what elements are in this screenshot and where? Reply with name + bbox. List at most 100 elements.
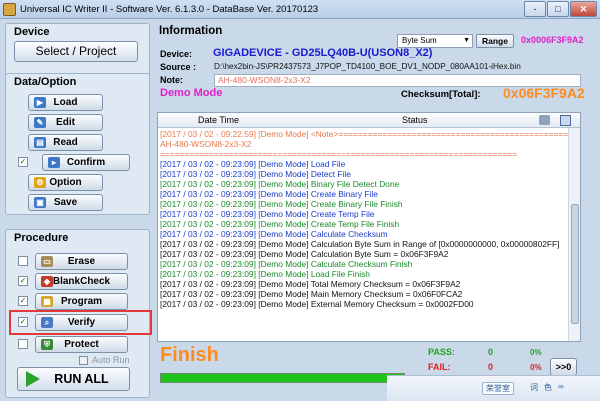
confirm-checkbox[interactable]: ✓ [18, 157, 28, 167]
confirm-label: Confirm [66, 157, 106, 168]
fail-percent: 0% [530, 363, 542, 372]
data-option-group-title: Data/Option [14, 76, 77, 88]
log-row: [2017 / 03 / 02 - 09:23:09] [Demo Mode] … [160, 159, 346, 169]
log-row: [2017 / 03 / 02 - 09:23:09] [Demo Mode] … [160, 249, 449, 259]
program-checkbox[interactable]: ✓ [18, 296, 28, 306]
log-scrollbar[interactable] [568, 128, 580, 341]
select-project-button[interactable]: Select / Project [14, 41, 138, 62]
erase-label: Erase [67, 256, 96, 267]
fail-label: FAIL: [428, 362, 451, 372]
run-all-icon [26, 371, 40, 387]
demo-mode-label: Demo Mode [160, 87, 223, 99]
close-button[interactable]: ✕ [570, 1, 597, 17]
log-row: [2017 / 03 / 02 - 09:23:09] [Demo Mode] … [160, 279, 461, 289]
taskbar-item-1[interactable]: 词 [530, 382, 538, 393]
verify-checkbox[interactable]: ✓ [18, 317, 28, 327]
save-button[interactable]: ▣ Save [28, 194, 103, 211]
run-all-button[interactable]: RUN ALL [17, 367, 130, 391]
option-button[interactable]: ⚙ Option [28, 174, 103, 191]
protect-checkbox[interactable] [18, 339, 28, 349]
protect-button[interactable]: ⛨ Protect [35, 336, 128, 353]
fail-count: 0 [488, 362, 494, 372]
blankcheck-checkbox[interactable]: ✓ [18, 276, 28, 286]
device-label: Device: [160, 49, 193, 59]
save-icon: ▣ [34, 197, 46, 208]
read-icon: ▤ [34, 137, 46, 148]
log-panel: Date Time Status [2017 / 03 / 02 - 09:22… [157, 112, 581, 342]
log-row: [2017 / 03 / 02 - 09:23:09] [Demo Mode] … [160, 189, 378, 199]
source-label: Source : [160, 62, 197, 72]
log-row: AH-480-WSON8-2x3-X2 [160, 139, 252, 149]
log-row: [2017 / 03 / 02 - 09:23:09] [Demo Mode] … [160, 259, 413, 269]
window-title: Universal IC Writer II - Software Ver. 6… [20, 4, 319, 15]
procedure-group: Procedure ▭ Erase ✓ ◆ BlankCheck ✓ ▦ Pro… [5, 229, 152, 398]
minimize-button[interactable]: - [524, 1, 546, 17]
log-row: [2017 / 03 / 02 - 09:23:09] [Demo Mode] … [160, 209, 375, 219]
device-value: GIGADEVICE - GD25LQ40B-U(USON8_X2) [213, 47, 433, 59]
blankcheck-label: BlankCheck [52, 276, 111, 287]
data-option-group: Data/Option ▶ Load ✎ Edit ▤ Read ✓ ▸ Con… [5, 73, 150, 215]
shield-icon: ⛨ [41, 339, 53, 350]
protect-label: Protect [64, 339, 99, 350]
pass-percent: 0% [530, 348, 542, 357]
erase-button[interactable]: ▭ Erase [35, 253, 128, 270]
edit-label: Edit [56, 117, 75, 128]
log-row: [2017 / 03 / 02 - 09:23:09] [Demo Mode] … [160, 299, 474, 309]
load-icon: ▶ [34, 97, 46, 108]
col-datetime-header[interactable]: Date Time [198, 115, 239, 125]
log-scroll-thumb[interactable] [571, 204, 579, 324]
option-icon: ⚙ [34, 177, 46, 188]
save-log-icon[interactable] [560, 115, 571, 126]
load-label: Load [53, 97, 78, 108]
erase-checkbox[interactable] [18, 256, 28, 266]
eraser-icon: ▭ [41, 256, 53, 267]
verify-label: Verify [67, 317, 96, 328]
procedure-group-title: Procedure [14, 232, 69, 244]
confirm-icon: ▸ [48, 157, 60, 168]
checksum-total-label: Checksum[Total]: [401, 89, 481, 100]
log-row: [2017 / 03 / 02 - 09:23:09] [Demo Mode] … [160, 219, 400, 229]
finish-status: Finish [160, 344, 219, 366]
run-all-label: RUN ALL [54, 372, 109, 386]
magnifier-icon: ⌕ [41, 317, 53, 328]
information-title: Information [159, 25, 223, 37]
log-row: ========================================… [160, 149, 518, 159]
log-row: [2017 / 03 / 02 - 09:23:09] [Demo Mode] … [160, 239, 560, 249]
checksum-small-value: 0x0006F3F9A2 [521, 35, 584, 45]
note-label: Note: [160, 75, 183, 85]
next-button[interactable]: >>0 [550, 358, 577, 376]
left-panel: Device Select / Project Data/Option ▶ Lo… [5, 20, 152, 398]
device-group-title: Device [14, 26, 50, 38]
program-button[interactable]: ▦ Program [35, 293, 128, 310]
taskbar-item-3[interactable]: ∞ [558, 382, 564, 391]
select-project-label: Select / Project [35, 44, 117, 58]
edit-icon: ✎ [34, 117, 46, 128]
program-label: Program [60, 296, 103, 307]
maximize-button[interactable]: □ [547, 1, 569, 17]
blankcheck-button[interactable]: ◆ BlankCheck [35, 273, 128, 290]
confirm-button[interactable]: ▸ Confirm [42, 154, 130, 171]
checksum-total-value: 0x06F3F9A2 [503, 85, 585, 101]
log-row: [2017 / 03 / 02 - 09:23:09] [Demo Mode] … [160, 169, 351, 179]
taskbar-label[interactable]: 荣誉室 [482, 382, 514, 395]
program-chip-icon: ▦ [41, 296, 53, 307]
load-button[interactable]: ▶ Load [28, 94, 103, 111]
edit-button[interactable]: ✎ Edit [28, 114, 103, 131]
app-icon [3, 3, 16, 16]
auto-run-label: Auto Run [92, 355, 130, 365]
pass-label: PASS: [428, 347, 455, 357]
read-button[interactable]: ▤ Read [28, 134, 103, 151]
progress-bar [160, 373, 405, 383]
log-header: Date Time Status [158, 113, 580, 128]
range-button[interactable]: Range [476, 34, 514, 48]
verify-button[interactable]: ⌕ Verify [35, 314, 128, 331]
save-label: Save [53, 197, 78, 208]
pass-count: 0 [488, 347, 494, 357]
col-status-header[interactable]: Status [402, 115, 428, 125]
read-label: Read [53, 137, 78, 148]
eraser-tool-icon[interactable] [539, 115, 550, 125]
auto-run-checkbox[interactable] [79, 356, 88, 365]
checksum-mode-select[interactable]: Byte Sum ▼ [397, 34, 473, 48]
taskbar-item-2[interactable]: 色 [544, 382, 552, 393]
progress-fill [161, 374, 404, 382]
